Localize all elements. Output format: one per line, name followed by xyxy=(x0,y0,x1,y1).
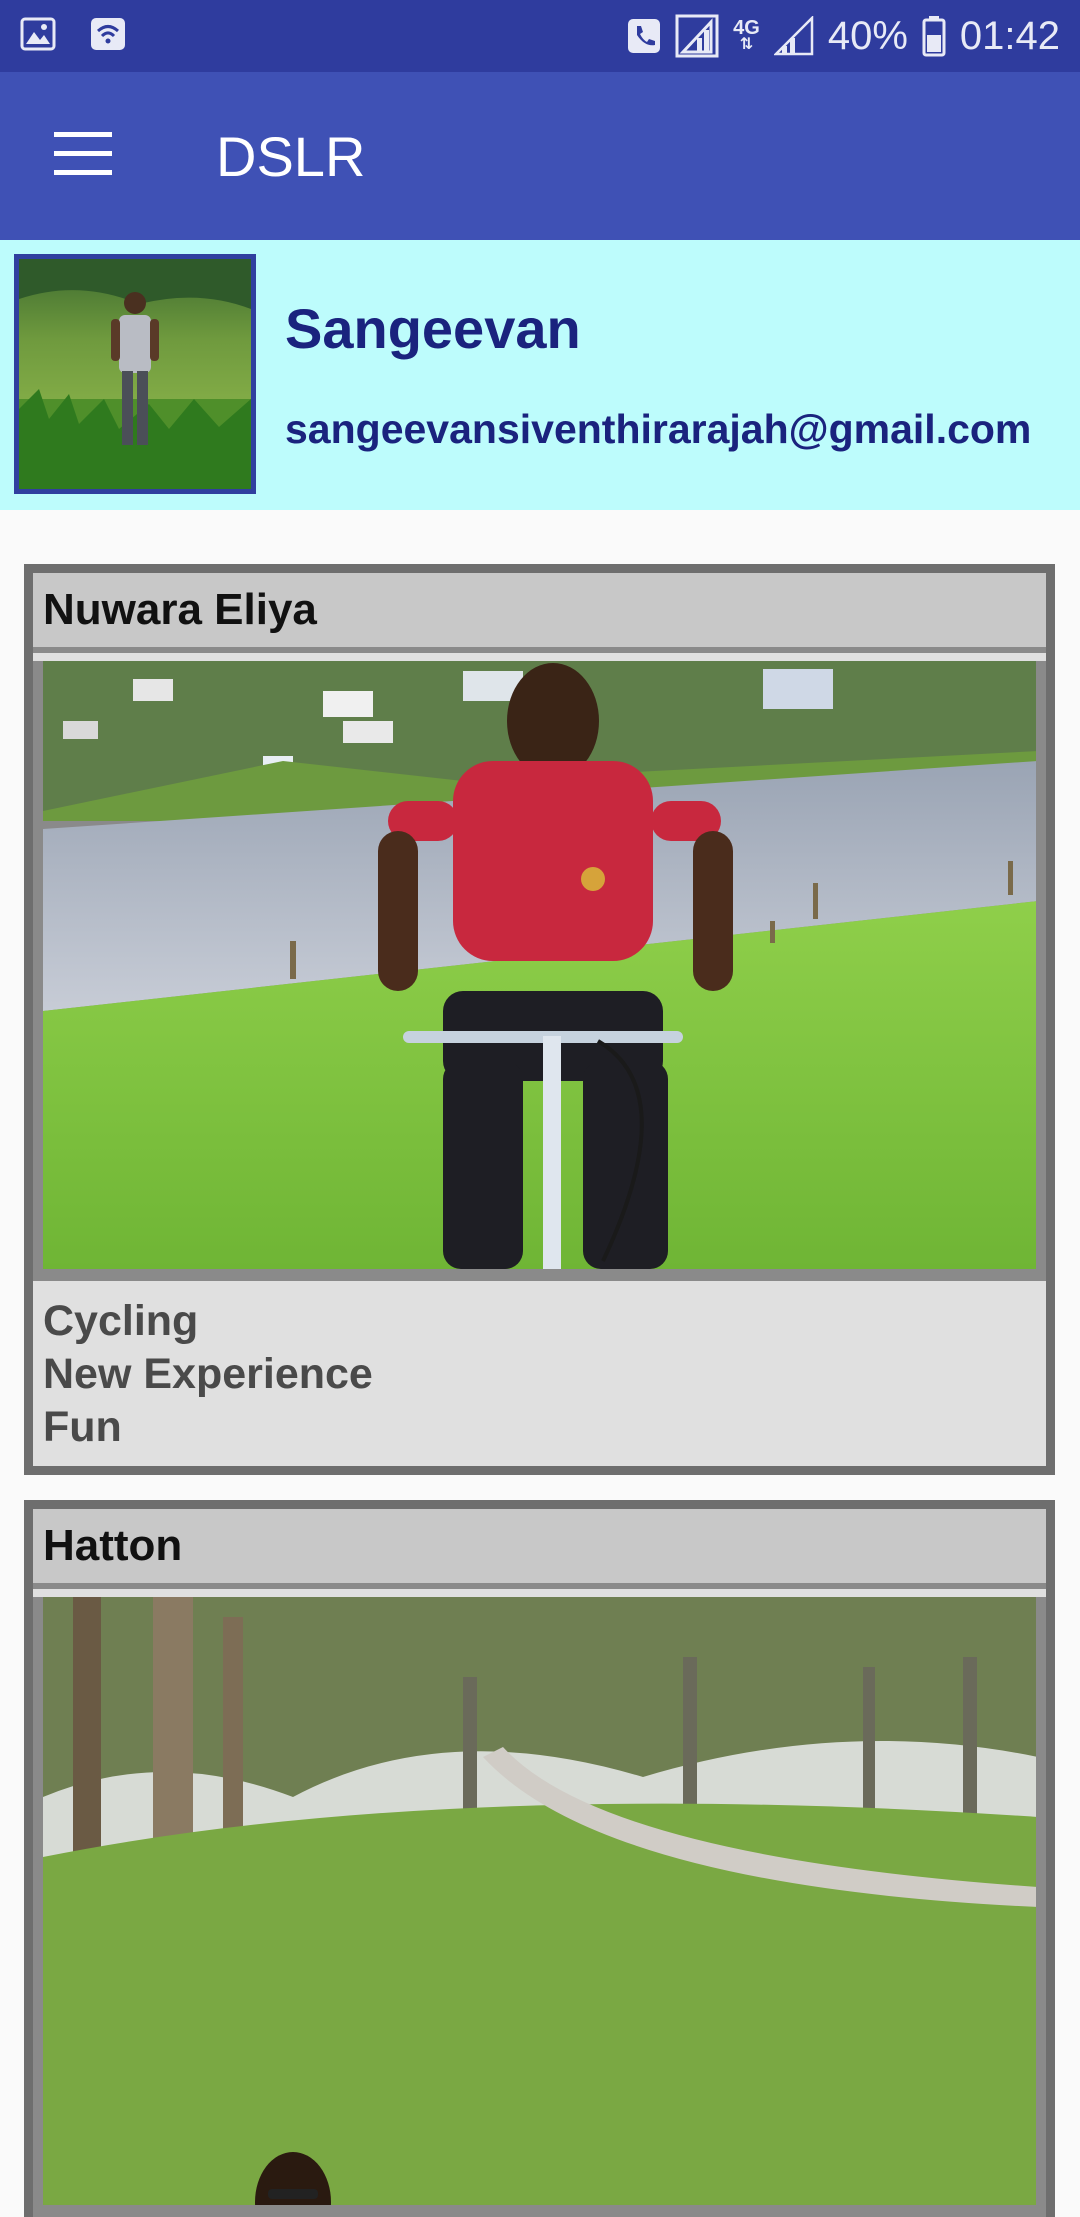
post-tag: Fun xyxy=(43,1403,122,1451)
battery-percent: 40% xyxy=(827,13,908,58)
profile-email: sangeevansiventhirarajah@gmail.com xyxy=(285,406,1032,452)
network-type-indicator: 4G ⇅ xyxy=(733,17,760,53)
status-bar: 4G ⇅ 40% 01:42 xyxy=(0,0,1080,72)
app-title: DSLR xyxy=(216,125,366,188)
wifi-notification-icon xyxy=(90,16,126,56)
cell-signal-icon xyxy=(773,16,814,56)
app-bar: DSLR xyxy=(0,72,1080,240)
post-tag: New Experience xyxy=(43,1350,373,1398)
profile-header: Sangeevan sangeevansiventhirarajah@gmail… xyxy=(0,240,1080,510)
battery-icon xyxy=(922,15,946,57)
post-location: Hatton xyxy=(33,1509,1046,1589)
sim-signal-icon xyxy=(675,14,719,58)
post-photo-frame xyxy=(33,661,1046,1281)
clock: 01:42 xyxy=(959,13,1060,58)
profile-avatar[interactable] xyxy=(14,254,256,494)
network-type-label: 4G xyxy=(733,17,760,39)
post-card[interactable]: Hatton xyxy=(24,1500,1055,2217)
post-tags: Cycling New Experience Fun xyxy=(33,1281,1046,1466)
call-icon xyxy=(627,17,661,55)
post-photo[interactable] xyxy=(43,661,1036,1269)
post-card[interactable]: Nuwara Eliya Cycling New Experience Fun xyxy=(24,564,1055,1475)
menu-icon[interactable] xyxy=(54,132,112,176)
post-photo-frame xyxy=(33,1597,1046,2217)
profile-name: Sangeevan xyxy=(285,297,581,360)
gallery-notification-icon xyxy=(20,16,56,56)
post-location: Nuwara Eliya xyxy=(33,573,1046,653)
post-photo[interactable] xyxy=(43,1597,1036,2205)
post-tag: Cycling xyxy=(43,1297,199,1345)
